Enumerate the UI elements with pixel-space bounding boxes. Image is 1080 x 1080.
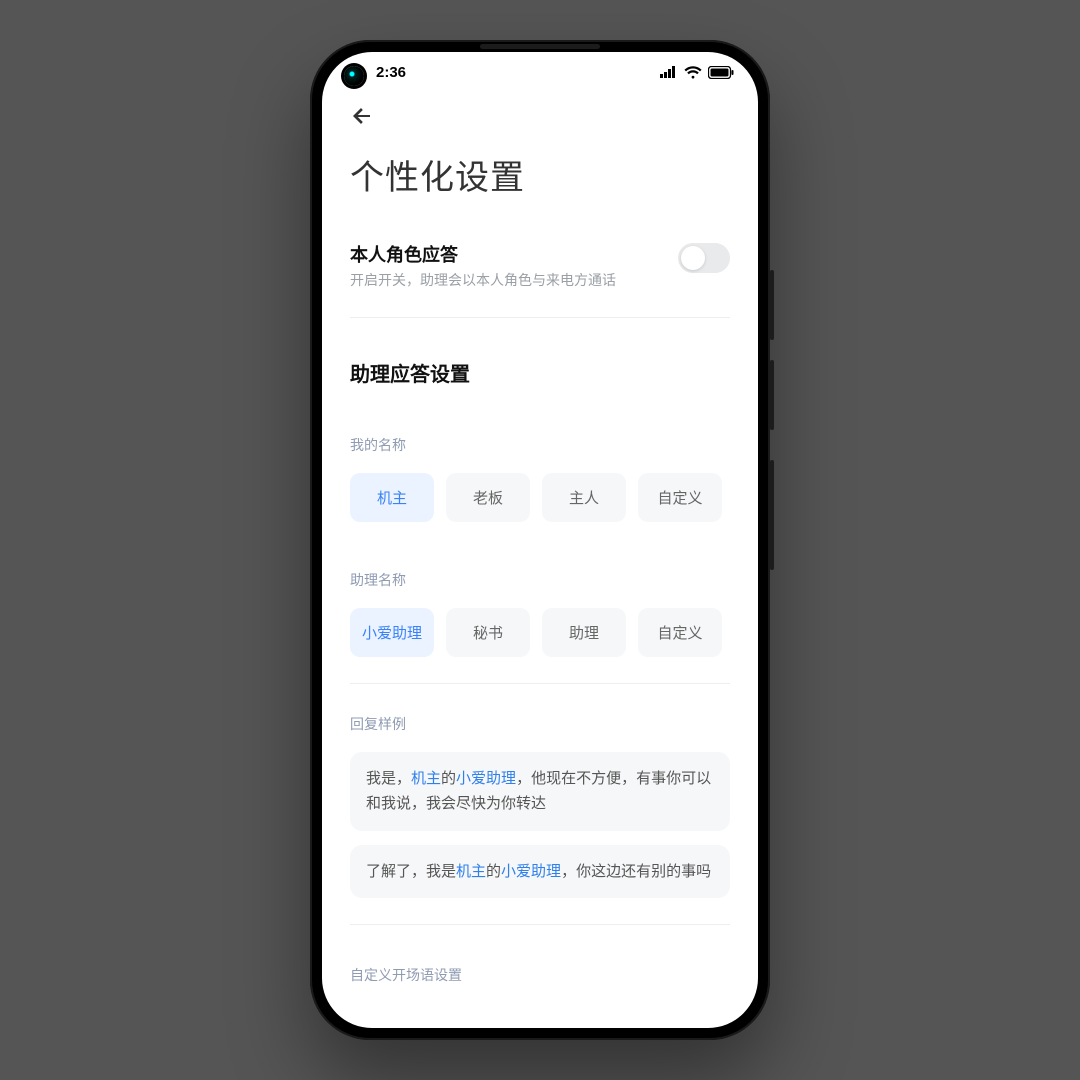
page-title: 个性化设置 <box>350 150 730 199</box>
status-time: 2:36 <box>376 64 406 81</box>
power-button[interactable] <box>770 460 774 570</box>
my-name-option-owner[interactable]: 机主 <box>350 473 434 522</box>
custom-opening-link[interactable]: 自定义开场语设置 <box>350 965 730 985</box>
content: 个性化设置 本人角色应答 开启开关，助理会以本人角色与来电方通话 助理应答设置 … <box>322 92 758 1028</box>
screen: 2:36 个性化设置 本人角色应答 开启开关，助理会以本人角色与来电方通话 <box>322 52 758 1028</box>
assistant-name-option-custom[interactable]: 自定义 <box>638 608 722 657</box>
camera-punch-hole <box>344 66 364 86</box>
status-bar: 2:36 <box>322 52 758 92</box>
example-highlight-assistant: 小爱助理 <box>456 770 516 787</box>
assistant-name-label: 助理名称 <box>350 570 730 590</box>
assistant-name-option-secretary[interactable]: 秘书 <box>446 608 530 657</box>
assistant-name-option-xiaoai[interactable]: 小爱助理 <box>350 608 434 657</box>
example-highlight-owner: 机主 <box>411 770 441 787</box>
reply-example-item: 我是，机主的小爱助理，他现在不方便，有事你可以和我说，我会尽快为你转达 <box>350 752 730 831</box>
example-text: 的 <box>486 863 501 880</box>
example-text: ，你这边还有别的事吗 <box>561 863 711 880</box>
reply-example-item: 了解了，我是机主的小爱助理，你这边还有别的事吗 <box>350 845 730 899</box>
reply-example-label: 回复样例 <box>350 714 730 734</box>
reply-example-list: 我是，机主的小爱助理，他现在不方便，有事你可以和我说，我会尽快为你转达 了解了，… <box>350 752 730 899</box>
example-text: 了解了，我是 <box>366 863 456 880</box>
example-text: 的 <box>441 770 456 787</box>
my-name-option-custom[interactable]: 自定义 <box>638 473 722 522</box>
volume-up-button[interactable] <box>770 270 774 340</box>
self-role-answer-title: 本人角色应答 <box>350 241 662 267</box>
phone-frame: 2:36 个性化设置 本人角色应答 开启开关，助理会以本人角色与来电方通话 <box>310 40 770 1040</box>
signal-icon <box>660 66 678 78</box>
arrow-left-icon <box>350 104 374 128</box>
assistant-answer-section-title: 助理应答设置 <box>350 358 730 387</box>
assistant-name-option-assistant[interactable]: 助理 <box>542 608 626 657</box>
volume-down-button[interactable] <box>770 360 774 430</box>
my-name-chips: 机主 老板 主人 自定义 <box>350 473 730 522</box>
my-name-label: 我的名称 <box>350 435 730 455</box>
self-role-answer-subtitle: 开启开关，助理会以本人角色与来电方通话 <box>350 271 662 291</box>
example-highlight-owner: 机主 <box>456 863 486 880</box>
self-role-answer-toggle[interactable] <box>678 243 730 273</box>
divider <box>350 683 730 684</box>
divider <box>350 317 730 318</box>
my-name-option-boss[interactable]: 老板 <box>446 473 530 522</box>
my-name-option-master[interactable]: 主人 <box>542 473 626 522</box>
example-text: 我是， <box>366 770 411 787</box>
divider <box>350 924 730 925</box>
assistant-name-chips: 小爱助理 秘书 助理 自定义 <box>350 608 730 657</box>
example-highlight-assistant: 小爱助理 <box>501 863 561 880</box>
wifi-icon <box>684 66 702 79</box>
battery-icon <box>708 66 734 79</box>
back-button[interactable] <box>350 92 390 140</box>
self-role-answer-row: 本人角色应答 开启开关，助理会以本人角色与来电方通话 <box>350 241 730 291</box>
